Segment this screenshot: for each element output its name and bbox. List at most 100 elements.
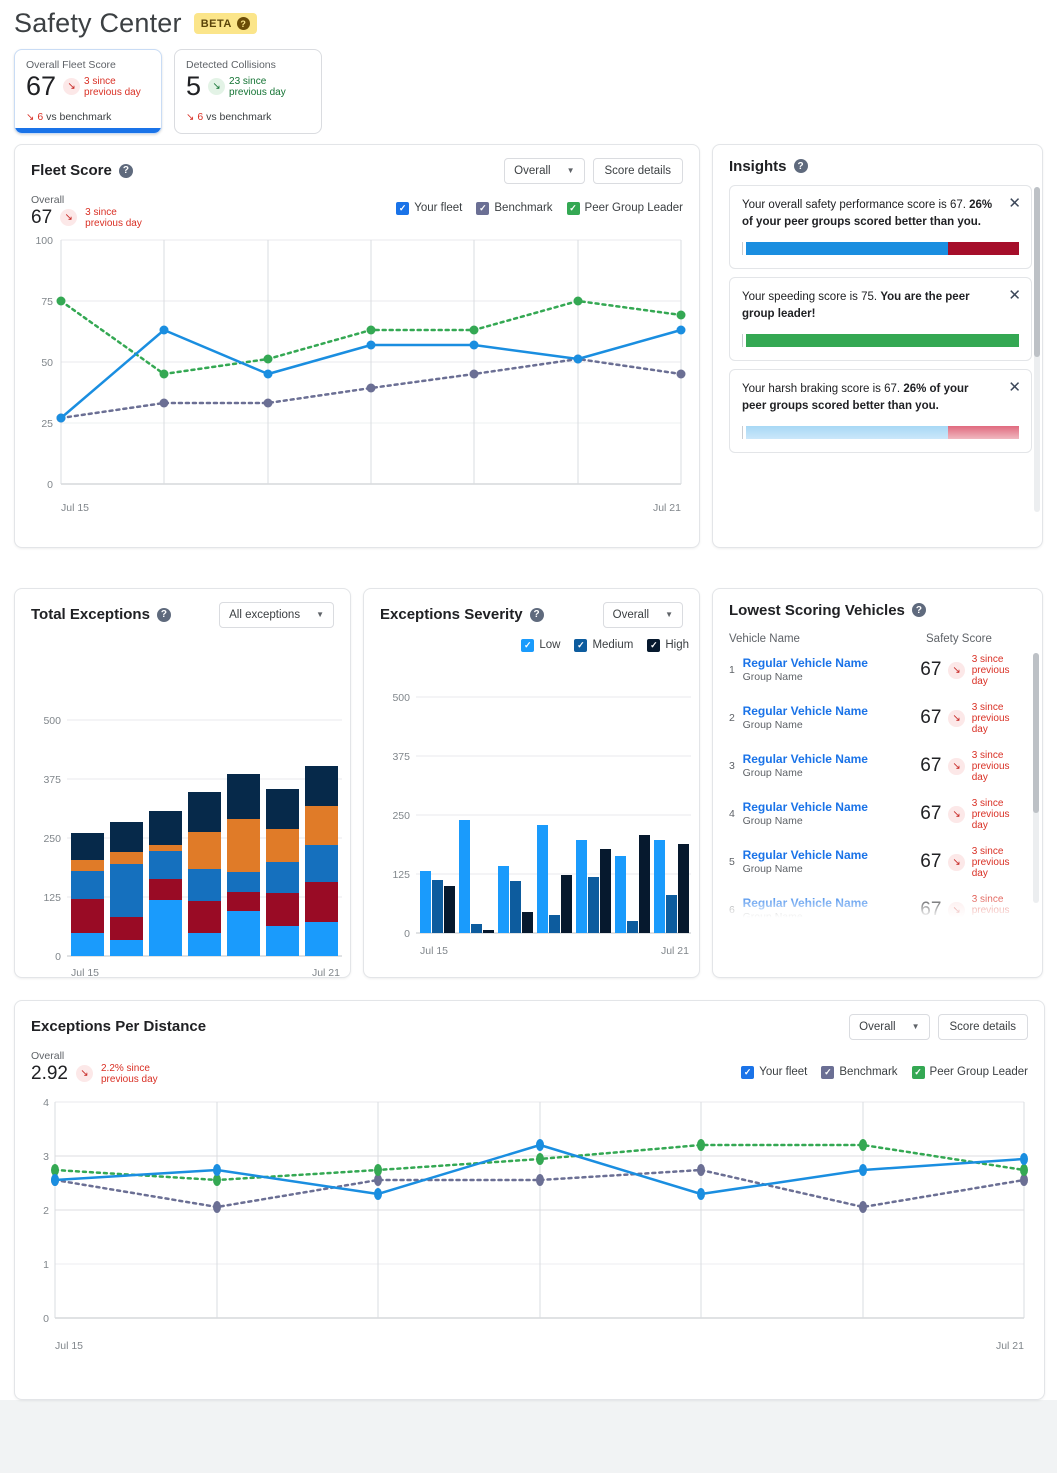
vehicle-name-link[interactable]: Regular Vehicle Name xyxy=(743,752,921,767)
panel-title: Exceptions Per Distance xyxy=(31,1018,207,1036)
vehicles-scrollbar-thumb[interactable] xyxy=(1033,652,1039,813)
insight-text: Your harsh braking score is 67. 26% of y… xyxy=(742,382,969,412)
panel-title: Insights xyxy=(729,157,787,175)
legend-item-high[interactable]: ✓ High xyxy=(647,638,689,652)
x-axis-first-label: Jul 15 xyxy=(420,945,448,956)
dropdown-value: All exceptions xyxy=(229,608,301,621)
svg-text:4: 4 xyxy=(43,1097,49,1109)
score-delta: 3 sinceprevious day xyxy=(971,749,1010,783)
legend-item-low[interactable]: ✓ Low xyxy=(521,638,560,652)
legend-item-medium[interactable]: ✓ Medium xyxy=(574,638,633,652)
vehicle-name-link[interactable]: Regular Vehicle Name xyxy=(743,848,921,863)
close-icon[interactable]: ✕ xyxy=(1008,196,1021,211)
help-icon[interactable]: ? xyxy=(156,607,171,622)
checkbox-checked-icon[interactable]: ✓ xyxy=(574,638,588,652)
svg-text:250: 250 xyxy=(392,810,410,822)
group-name: Group Name xyxy=(742,815,803,828)
x-axis-last-label: Jul 21 xyxy=(653,502,681,514)
checkbox-checked-icon[interactable]: ✓ xyxy=(521,638,535,652)
legend-item-your-fleet[interactable]: ✓ Your fleet xyxy=(741,1065,807,1079)
svg-text:50: 50 xyxy=(41,357,53,369)
svg-text:125: 125 xyxy=(43,892,61,904)
close-icon[interactable]: ✕ xyxy=(1008,288,1021,303)
checkbox-checked-icon[interactable]: ✓ xyxy=(821,1065,835,1079)
svg-text:75: 75 xyxy=(41,296,53,308)
trend-down-icon: ↘ xyxy=(948,709,965,727)
legend-label: Benchmark xyxy=(494,202,553,215)
list-fade-overlay xyxy=(713,890,1042,925)
row-exceptions-per-distance: Exceptions Per Distance Overall ▼ Score … xyxy=(0,978,1057,1400)
panel-title: Fleet Score xyxy=(31,162,112,180)
vehicle-name-link[interactable]: Regular Vehicle Name xyxy=(743,656,921,671)
legend-item-peer-group-leader[interactable]: ✓ Peer Group Leader xyxy=(566,201,683,215)
table-row[interactable]: 4 Regular Vehicle Name Group Name 67 ↘ 3… xyxy=(729,789,1026,837)
svg-text:0: 0 xyxy=(404,928,410,940)
vehicle-name-link[interactable]: Regular Vehicle Name xyxy=(743,704,921,719)
help-icon[interactable]: ? xyxy=(793,159,808,174)
svg-text:125: 125 xyxy=(392,869,410,881)
score-delta: 3 sinceprevious day xyxy=(971,701,1010,735)
column-header-safety-score: Safety Score xyxy=(926,632,992,645)
benchmark-text: vs benchmark xyxy=(46,110,112,123)
fleet-score-scope-dropdown[interactable]: Overall ▼ xyxy=(504,157,585,184)
legend-item-your-fleet[interactable]: ✓ Your fleet xyxy=(396,201,463,215)
score-details-button[interactable]: Score details xyxy=(937,1013,1028,1040)
column-header-vehicle-name: Vehicle Name xyxy=(729,632,800,645)
group-name: Group Name xyxy=(742,863,803,876)
insights-list[interactable]: ✕ Your overall safety performance score … xyxy=(713,177,1042,532)
insight-bar xyxy=(742,425,1019,439)
table-row[interactable]: 2 Regular Vehicle Name Group Name 67 ↘ 3… xyxy=(729,693,1026,741)
dropdown-value: Overall xyxy=(859,1020,896,1033)
checkbox-checked-icon[interactable]: ✓ xyxy=(396,201,410,215)
table-row[interactable]: 1 Regular Vehicle Name Group Name 67 ↘ 3… xyxy=(729,645,1026,693)
vehicles-table-header: Vehicle Name Safety Score xyxy=(713,619,1042,645)
close-icon[interactable]: ✕ xyxy=(1008,380,1021,395)
trend-up-icon: ↘ xyxy=(208,78,226,96)
legend-item-peer-group-leader[interactable]: ✓ Peer Group Leader xyxy=(911,1065,1028,1079)
x-axis-last-label: Jul 21 xyxy=(661,945,689,956)
help-icon[interactable]: ? xyxy=(118,163,133,178)
vehicles-list[interactable]: 1 Regular Vehicle Name Group Name 67 ↘ 3… xyxy=(713,645,1042,925)
help-icon[interactable]: ? xyxy=(236,17,250,30)
epd-scope-dropdown[interactable]: Overall ▼ xyxy=(849,1013,930,1040)
table-row[interactable]: 3 Regular Vehicle Name Group Name 67 ↘ 3… xyxy=(729,741,1026,789)
help-icon[interactable]: ? xyxy=(911,603,926,618)
legend-label: Peer Group Leader xyxy=(929,1066,1028,1079)
table-row[interactable]: 5 Regular Vehicle Name Group Name 67 ↘ 3… xyxy=(729,837,1026,885)
insight-card: ✕ Your harsh braking score is 67. 26% of… xyxy=(729,368,1032,453)
kpi-card-overall-fleet-score[interactable]: Overall Fleet Score 67 ↘ 3 since previous… xyxy=(14,49,162,134)
safety-score-value: 67 xyxy=(920,803,942,825)
trend-down-icon: ↘ xyxy=(60,209,78,227)
kpi-benchmark: ↘ 6 vs benchmark xyxy=(186,111,310,123)
fleet-score-title-group: Fleet Score ? xyxy=(31,162,133,179)
panel-insights: Insights ? ✕ Your overall safety perform… xyxy=(712,143,1043,548)
severity-scope-dropdown[interactable]: Overall ▼ xyxy=(602,601,683,628)
fleet-score-legend: ✓ Your fleet ✓ Benchmark ✓ Peer Group Le… xyxy=(396,201,683,229)
checkbox-checked-icon[interactable]: ✓ xyxy=(647,638,661,652)
panel-exceptions-severity: Exceptions Severity ? Overall ▼ ✓ Low ✓ … xyxy=(363,587,700,978)
safety-center-page: Safety Center BETA ? Overall Fleet Score… xyxy=(0,0,1057,1400)
bar-segment-own xyxy=(746,241,949,255)
score-delta: 3 sinceprevious day xyxy=(971,797,1010,831)
legend-item-benchmark[interactable]: ✓ Benchmark xyxy=(821,1065,898,1079)
legend-item-benchmark[interactable]: ✓ Benchmark xyxy=(476,201,553,215)
checkbox-checked-icon[interactable]: ✓ xyxy=(741,1065,755,1079)
legend-label: Your fleet xyxy=(414,202,463,215)
svg-text:500: 500 xyxy=(392,692,410,704)
kpi-card-detected-collisions[interactable]: Detected Collisions 5 ↘ 23 since previous… xyxy=(174,49,322,134)
vehicle-name-link[interactable]: Regular Vehicle Name xyxy=(743,800,921,815)
trend-down-icon: ↘ xyxy=(948,757,965,775)
insights-scrollbar-thumb[interactable] xyxy=(1034,186,1040,357)
help-icon[interactable]: ? xyxy=(529,607,544,622)
checkbox-checked-icon[interactable]: ✓ xyxy=(911,1065,925,1079)
insight-text: Your speeding score is 75. You are the p… xyxy=(742,290,970,320)
beta-badge: BETA ? xyxy=(193,13,257,34)
svg-text:3: 3 xyxy=(43,1151,49,1163)
checkbox-checked-icon[interactable]: ✓ xyxy=(566,201,580,215)
score-details-button[interactable]: Score details xyxy=(592,157,683,184)
benchmark-value: 6 xyxy=(37,110,44,123)
row-index: 2 xyxy=(729,712,735,725)
trend-down-icon: ↘ xyxy=(948,661,965,679)
total-exceptions-filter-dropdown[interactable]: All exceptions ▼ xyxy=(219,601,334,628)
checkbox-checked-icon[interactable]: ✓ xyxy=(476,201,490,215)
